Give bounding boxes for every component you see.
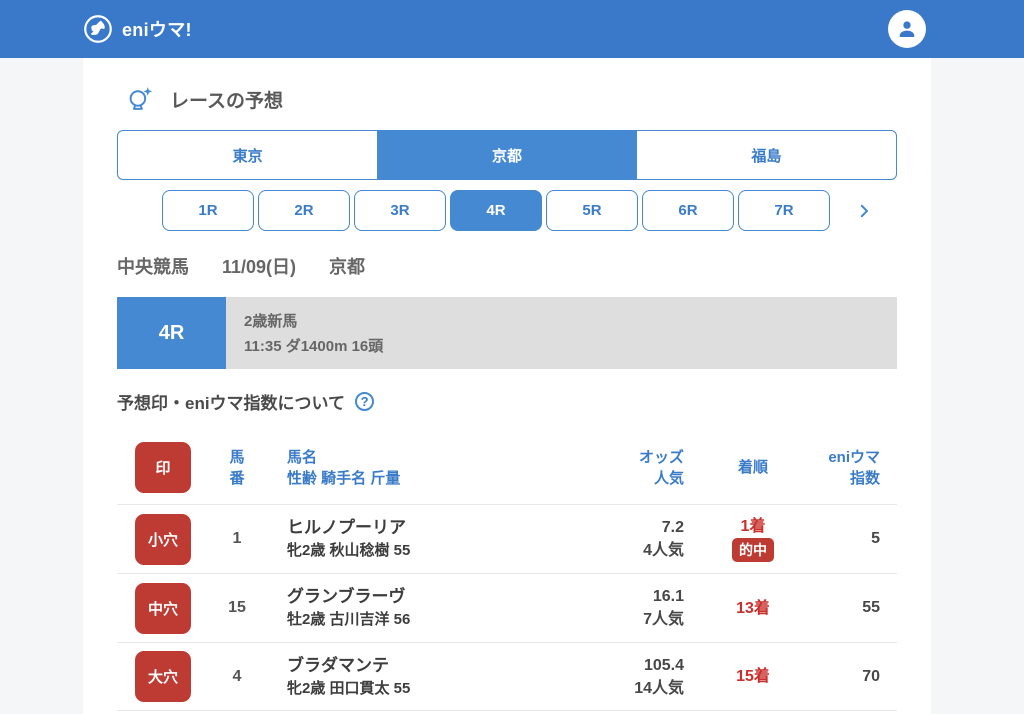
cell-odds: 105.4 14人気 xyxy=(608,654,708,700)
cell-index: 5 xyxy=(871,530,880,547)
venue-tab-tokyo[interactable]: 東京 xyxy=(118,131,377,179)
venue-tab-fukushima[interactable]: 福島 xyxy=(637,131,896,179)
main-card: レースの予想 東京 京都 福島 1R 2R 3R 4R 5R 6R 7R 中央競… xyxy=(83,58,931,714)
brand-logo[interactable]: eniウマ! xyxy=(83,14,192,44)
horse-details: 牝2歳 田口貫太 55 xyxy=(287,679,411,697)
popularity-value: 7人気 xyxy=(643,611,684,628)
race-details: 11:35 ダ1400m 16頭 xyxy=(244,338,384,355)
cell-mark: 中穴 xyxy=(135,582,191,634)
cell-horse-name: ブラダマンテ 牝2歳 田口貫太 55 xyxy=(283,654,608,700)
header-mark: 印 xyxy=(135,442,191,493)
horse-name: ブラダマンテ xyxy=(287,655,389,675)
horse-details: 牡2歳 古川吉洋 56 xyxy=(287,611,411,628)
cell-horse-number: 15 xyxy=(228,599,246,616)
top-bar: eniウマ! xyxy=(0,0,1024,58)
mark-badge: 大穴 xyxy=(135,651,191,702)
race-name: 2歳新馬 xyxy=(244,313,298,330)
about-heading: 予想印・eniウマ指数について xyxy=(117,393,346,413)
cell-index: 70 xyxy=(862,667,880,685)
race-tab-6r[interactable]: 6R xyxy=(642,190,734,231)
popularity-value: 14人気 xyxy=(634,679,684,697)
cell-odds: 16.1 7人気 xyxy=(608,585,708,631)
prediction-table: 印 馬 番 馬名 性齢 騎手名 斤量 オッズ 人気 着順 eniウマ 指数 小穴… xyxy=(117,431,897,711)
cell-result: 13着 xyxy=(708,598,798,619)
table-row: 大穴 4 ブラダマンテ 牝2歳 田口貫太 55 105.4 14人気 15着 7… xyxy=(117,642,897,711)
header-result: 着順 xyxy=(737,459,768,476)
help-icon[interactable]: ? xyxy=(355,391,375,411)
brand-title: eniウマ! xyxy=(122,20,192,40)
cell-mark: 小穴 xyxy=(135,513,191,565)
race-round-bar: 1R 2R 3R 4R 5R 6R 7R xyxy=(162,189,897,232)
horse-name: グランブラーヴ xyxy=(287,587,406,606)
race-tab-4r[interactable]: 4R xyxy=(450,190,542,231)
table-row: 中穴 15 グランブラーヴ 牡2歳 古川吉洋 56 16.1 7人気 13着 5… xyxy=(117,573,897,642)
horse-details: 牝2歳 秋山稔樹 55 xyxy=(287,542,411,559)
result-value: 13着 xyxy=(736,599,770,617)
section-title-row: レースの予想 xyxy=(127,84,897,114)
race-meta-venue: 京都 xyxy=(329,257,366,277)
page-title: レースの予想 xyxy=(170,90,284,112)
account-button[interactable] xyxy=(888,10,926,48)
cell-horse-name: ヒルノプーリア 牝2歳 秋山稔樹 55 xyxy=(283,516,608,562)
race-meta: 中央競馬 11/09(日) 京都 xyxy=(117,253,897,279)
about-row: 予想印・eniウマ指数について ? xyxy=(117,389,897,413)
result-value: 1着 xyxy=(740,518,766,535)
race-tab-7r[interactable]: 7R xyxy=(738,190,830,231)
header-index: eniウマ 指数 xyxy=(828,448,880,487)
cell-odds: 7.2 4人気 xyxy=(608,516,708,562)
chevron-right-icon[interactable] xyxy=(855,202,873,220)
mark-badge: 小穴 xyxy=(135,513,191,565)
cell-result: 15着 xyxy=(708,666,798,687)
crystal-ball-icon xyxy=(127,85,155,113)
race-meta-date: 11/09(日) xyxy=(222,257,297,277)
cell-result: 1着 的中 xyxy=(708,516,798,562)
cell-mark: 大穴 xyxy=(135,651,191,702)
race-meta-organization: 中央競馬 xyxy=(117,257,189,277)
cell-horse-name: グランブラーヴ 牡2歳 古川吉洋 56 xyxy=(283,585,608,631)
race-number-badge: 4R xyxy=(117,297,226,369)
odds-value: 16.1 xyxy=(652,588,684,605)
race-tab-3r[interactable]: 3R xyxy=(354,190,446,231)
mark-header-badge: 印 xyxy=(135,442,191,493)
mark-badge: 中穴 xyxy=(135,582,191,634)
cell-horse-number: 1 xyxy=(232,530,242,547)
odds-value: 7.2 xyxy=(661,519,684,536)
race-info-body: 2歳新馬 11:35 ダ1400m 16頭 xyxy=(226,297,897,369)
header-horse-number: 馬 番 xyxy=(229,448,245,487)
table-row: 小穴 1 ヒルノプーリア 牝2歳 秋山稔樹 55 7.2 4人気 1着 的中 5 xyxy=(117,504,897,573)
cell-index: 55 xyxy=(862,599,880,616)
hit-badge: 的中 xyxy=(732,538,774,562)
horse-name: ヒルノプーリア xyxy=(287,518,406,537)
header-horse-name: 馬名 性齢 騎手名 斤量 xyxy=(287,448,401,487)
race-info-box: 4R 2歳新馬 11:35 ダ1400m 16頭 xyxy=(117,297,897,369)
venue-tab-bar: 東京 京都 福島 xyxy=(117,130,897,180)
race-tab-1r[interactable]: 1R xyxy=(162,190,254,231)
header-odds: オッズ 人気 xyxy=(638,448,684,487)
odds-value: 105.4 xyxy=(643,656,684,674)
venue-tab-kyoto[interactable]: 京都 xyxy=(377,131,637,179)
result-value: 15着 xyxy=(736,668,770,685)
race-tab-5r[interactable]: 5R xyxy=(546,190,638,231)
popularity-value: 4人気 xyxy=(643,542,684,559)
table-header-row: 印 馬 番 馬名 性齢 騎手名 斤量 オッズ 人気 着順 eniウマ 指数 xyxy=(117,431,897,504)
race-tab-2r[interactable]: 2R xyxy=(258,190,350,231)
cell-horse-number: 4 xyxy=(232,667,242,685)
horse-logo-icon xyxy=(83,14,113,44)
person-icon xyxy=(895,17,919,41)
